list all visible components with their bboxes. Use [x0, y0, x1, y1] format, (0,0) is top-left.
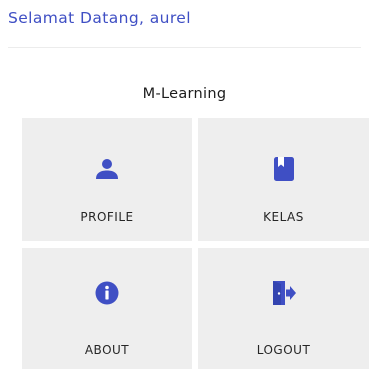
menu-grid: PROFILE KELAS ABOUT LOGOUT — [22, 118, 369, 369]
header-divider — [8, 47, 361, 48]
greeting-text: Selamat Datang, aurel — [8, 9, 191, 27]
kelas-label: KELAS — [263, 210, 304, 224]
logout-menu-button[interactable]: LOGOUT — [198, 248, 369, 369]
about-label: ABOUT — [84, 343, 130, 357]
book-icon — [271, 156, 297, 182]
logout-icon — [271, 280, 297, 306]
app-header: Selamat Datang, aurel — [0, 0, 369, 48]
app-title: M-Learning — [142, 86, 227, 102]
person-icon — [94, 156, 120, 182]
logout-label: LOGOUT — [256, 343, 311, 357]
about-menu-button[interactable]: ABOUT — [22, 248, 192, 369]
kelas-menu-button[interactable]: KELAS — [198, 118, 369, 241]
profile-label: PROFILE — [80, 210, 134, 224]
info-icon — [94, 280, 120, 306]
profile-menu-button[interactable]: PROFILE — [22, 118, 192, 241]
